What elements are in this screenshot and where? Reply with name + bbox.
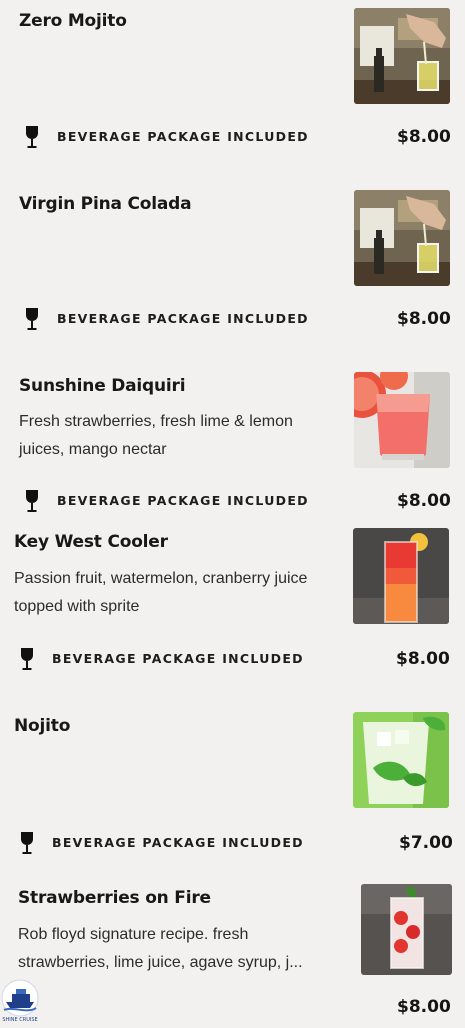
item-name: Nojito xyxy=(14,716,71,736)
item-name: Strawberries on Fire xyxy=(18,888,211,908)
item-image xyxy=(353,528,449,624)
menu-item-key-west-cooler[interactable]: Key West Cooler Passion fruit, watermelo… xyxy=(0,520,465,690)
beverage-package-row: BEVERAGE PACKAGE INCLUDED xyxy=(25,489,325,513)
item-image xyxy=(354,372,450,468)
item-price: $8.00 xyxy=(397,491,451,511)
item-description: Fresh strawberries, fresh lime & lemon j… xyxy=(19,413,293,458)
package-label: BEVERAGE PACKAGE INCLUDED xyxy=(57,493,309,508)
beverage-package-row: BEVERAGE PACKAGE INCLUDED xyxy=(20,647,320,671)
menu-item-virgin-pina-colada[interactable]: Virgin Pina Colada BEVERAGE PACKAGE INCL… xyxy=(0,182,465,342)
wine-glass-icon xyxy=(26,308,38,330)
item-name: Key West Cooler xyxy=(14,532,168,552)
wine-glass-icon xyxy=(21,832,33,854)
item-name: Zero Mojito xyxy=(19,11,127,31)
package-label: BEVERAGE PACKAGE INCLUDED xyxy=(52,651,304,666)
menu-item-nojito[interactable]: Nojito BEVERAGE PACKAGE INCLUDED $7.00 xyxy=(0,704,465,864)
beverage-package-row: BEVERAGE PACKAGE INCLUDED xyxy=(25,125,325,149)
item-description: Rob floyd signature recipe. fresh strawb… xyxy=(18,926,303,971)
item-description: Passion fruit, watermelon, cranberry jui… xyxy=(14,570,308,615)
item-image xyxy=(354,190,450,286)
package-label: BEVERAGE PACKAGE INCLUDED xyxy=(52,835,304,850)
menu-item-zero-mojito[interactable]: Zero Mojito BEVERAGE PACKAGE INCLUDED $8… xyxy=(0,0,465,160)
item-price: $8.00 xyxy=(397,309,451,329)
svg-text:SHINE CRUISE: SHINE CRUISE xyxy=(2,1017,37,1023)
package-label: BEVERAGE PACKAGE INCLUDED xyxy=(57,311,309,326)
wine-glass-icon xyxy=(21,648,33,670)
beverage-package-row: BEVERAGE PACKAGE INCLUDED xyxy=(20,831,320,855)
item-price: $8.00 xyxy=(397,127,451,147)
wine-glass-icon xyxy=(26,490,38,512)
wine-glass-icon xyxy=(26,126,38,148)
beverage-package-row: BEVERAGE PACKAGE INCLUDED xyxy=(25,307,325,331)
item-image xyxy=(353,712,449,808)
item-price: $7.00 xyxy=(399,833,453,853)
item-image xyxy=(361,884,452,975)
item-image xyxy=(354,8,450,104)
item-price: $8.00 xyxy=(396,649,450,669)
menu-item-sunshine-daiquiri[interactable]: Sunshine Daiquiri Fresh strawberries, fr… xyxy=(0,364,465,524)
menu-item-strawberries-on-fire[interactable]: Strawberries on Fire Rob floyd signature… xyxy=(0,876,465,1024)
package-label: BEVERAGE PACKAGE INCLUDED xyxy=(57,129,309,144)
shine-cruise-logo: SHINE CRUISE xyxy=(0,978,44,1024)
item-price: $8.00 xyxy=(397,997,451,1017)
item-name: Sunshine Daiquiri xyxy=(19,376,186,396)
item-name: Virgin Pina Colada xyxy=(19,194,192,214)
